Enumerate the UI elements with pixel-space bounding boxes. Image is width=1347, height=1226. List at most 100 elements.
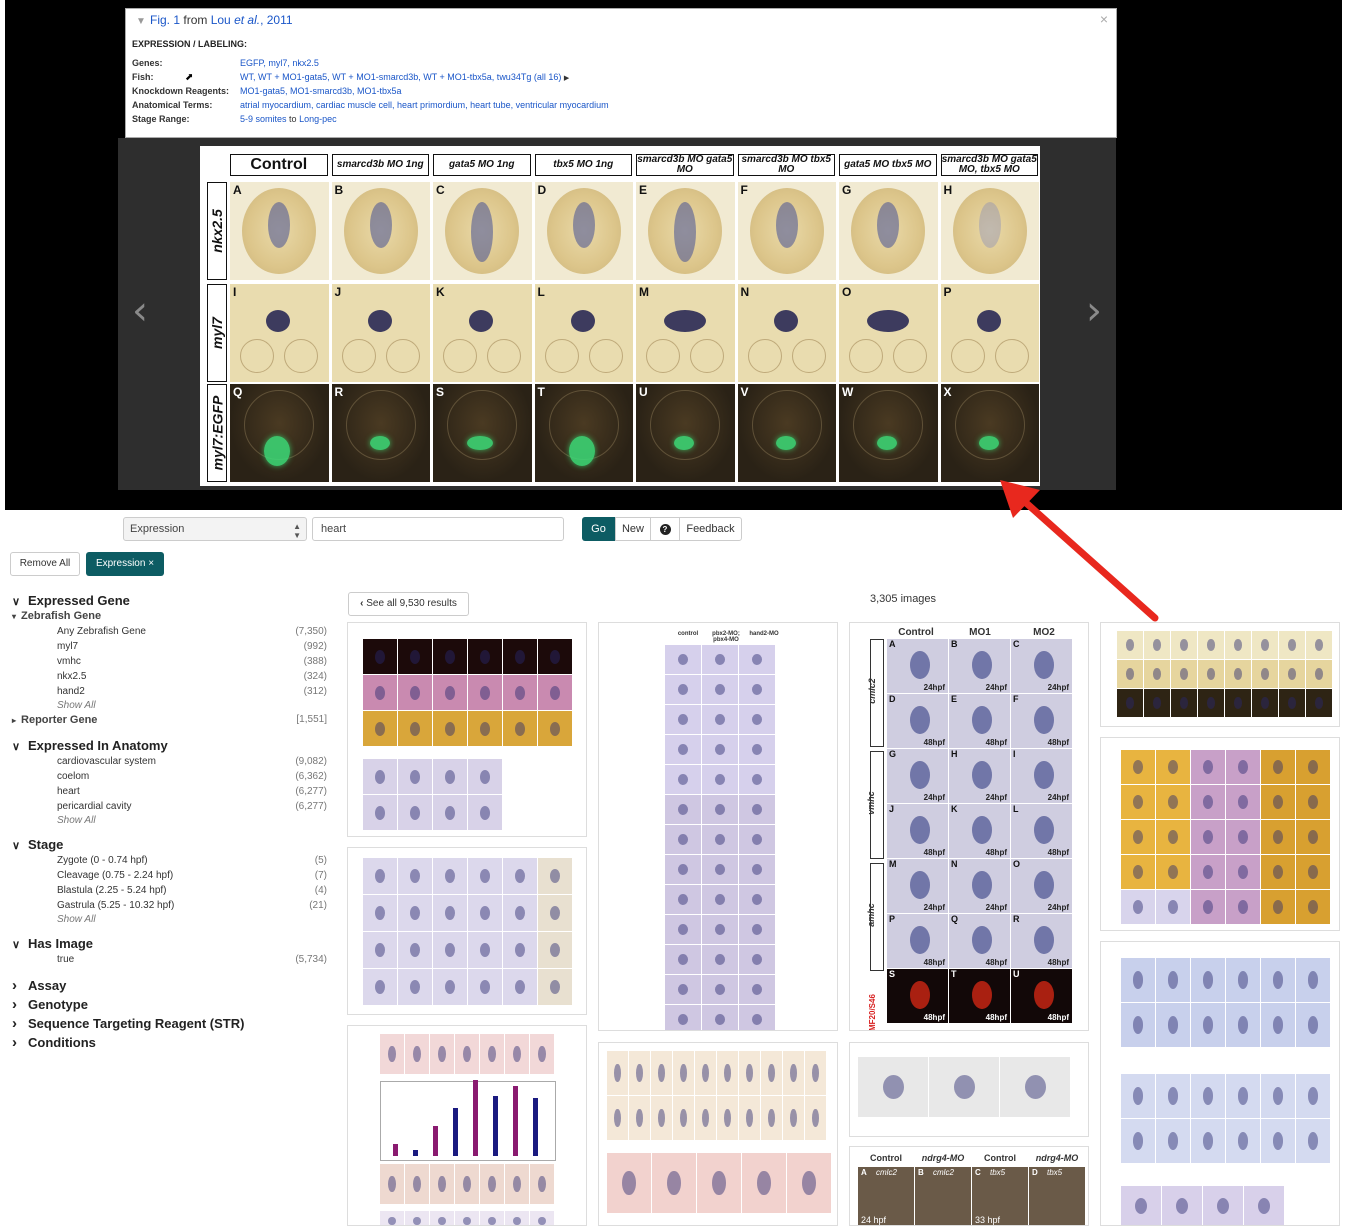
figure-panel[interactable]: G [839, 182, 938, 280]
facet-stage[interactable]: ∨ Stage [12, 837, 63, 852]
facet-item[interactable]: Blastula (2.25 - 5.24 hpf) (4) [57, 885, 327, 898]
search-input[interactable]: heart [312, 517, 564, 541]
thumbnail-cell[interactable]: B 24hpf [949, 639, 1010, 693]
facet-item[interactable]: Any Zebrafish Gene (7,350) [57, 626, 327, 639]
result-thumbnail-card[interactable]: Control ndrg4-MO Control ndrg4-MO Acmlc2 24 h… [849, 1146, 1089, 1226]
result-thumbnail-card[interactable] [347, 847, 587, 1015]
figure-panel[interactable]: L [534, 284, 633, 382]
thumbnail-cell[interactable]: G 24hpf [887, 749, 948, 803]
prev-arrow-icon[interactable]: ‹ [132, 288, 148, 334]
thumbnail-cell[interactable]: F 48hpf [1011, 694, 1072, 748]
fish-links[interactable]: WT, WT + MO1-gata5, WT + MO1-smarcd3b, W… [240, 72, 569, 82]
show-all-stage-link[interactable]: Show All [57, 914, 96, 925]
figure-panel[interactable]: I [230, 284, 329, 382]
thumbnail-cell[interactable]: D 48hpf [887, 694, 948, 748]
facet-item[interactable]: myl7 (992) [57, 641, 327, 654]
result-thumbnail-card[interactable] [1100, 622, 1340, 727]
chevron-down-icon[interactable]: ▼ [136, 16, 146, 27]
figure-panel[interactable]: H [940, 182, 1039, 280]
figure-panel[interactable]: T [534, 384, 633, 482]
expression-filter-chip[interactable]: Expression × [86, 552, 164, 576]
facet-assay[interactable]: › Assay [12, 977, 66, 994]
thumbnail-cell[interactable]: H 24hpf [949, 749, 1010, 803]
thumbnail-cell[interactable]: L 48hpf [1011, 804, 1072, 858]
facet-conditions[interactable]: › Conditions [12, 1034, 96, 1051]
figure-panel[interactable]: W [839, 384, 938, 482]
result-thumbnail-card[interactable] [347, 622, 587, 837]
facet-item[interactable]: Zygote (0 - 0.74 hpf) (5) [57, 855, 327, 868]
figure-panel[interactable]: D [534, 182, 633, 280]
figure-panel[interactable]: V [737, 384, 836, 482]
next-arrow-icon[interactable]: › [1086, 288, 1102, 334]
figure-panel[interactable]: E [636, 182, 735, 280]
result-thumbnail-card[interactable] [598, 1042, 838, 1226]
facet-item[interactable]: pericardial cavity (6,277) [57, 801, 327, 814]
feedback-button[interactable]: Feedback [679, 517, 742, 541]
figure-panel[interactable]: Q [230, 384, 329, 482]
genes-links[interactable]: EGFP, myl7, nkx2.5 [240, 58, 319, 68]
result-thumbnail-card[interactable] [1100, 941, 1340, 1226]
facet-item[interactable]: coelom (6,362) [57, 771, 327, 784]
facet-has-image[interactable]: ∨ Has Image [12, 936, 93, 951]
thumbnail-cell[interactable]: Ctbx5 33 hpf [972, 1167, 1028, 1225]
thumbnail-cell[interactable]: Dtbx5 [1029, 1167, 1085, 1225]
stage-links[interactable]: 5-9 somites to Long-pec [240, 114, 337, 124]
result-thumbnail-card[interactable] [849, 1042, 1089, 1137]
knockdown-links[interactable]: MO1-gata5, MO1-smarcd3b, MO1-tbx5a [240, 86, 402, 96]
anatomy-links[interactable]: atrial myocardium, cardiac muscle cell, … [240, 100, 609, 110]
facet-expressed-in-anatomy[interactable]: ∨ Expressed In Anatomy [12, 738, 168, 753]
figure-panel[interactable]: C [433, 182, 532, 280]
figure-panel[interactable]: O [839, 284, 938, 382]
thumbnail-cell[interactable]: C 24hpf [1011, 639, 1072, 693]
facet-genotype[interactable]: › Genotype [12, 996, 88, 1013]
result-thumbnail-card[interactable]: Control MO1 MO2 cmlc2 vmhc amhc A 24hpf B 24hpf C 2… [849, 622, 1089, 1031]
thumbnail-cell[interactable]: U 48hpf [1011, 969, 1072, 1023]
see-all-results-button[interactable]: ‹ See all 9,530 results [348, 592, 469, 616]
thumbnail-cell[interactable]: Q 48hpf [949, 914, 1010, 968]
thumbnail-cell[interactable]: A 24hpf [887, 639, 948, 693]
thumbnail-cell[interactable]: K 48hpf [949, 804, 1010, 858]
remove-all-button[interactable]: Remove All [10, 552, 80, 576]
thumbnail-cell[interactable]: I 24hpf [1011, 749, 1072, 803]
new-button[interactable]: New [615, 517, 651, 541]
figure-panel[interactable]: X [940, 384, 1039, 482]
result-thumbnail-card[interactable] [1100, 737, 1340, 931]
result-thumbnail-card[interactable]: control pbx2-MO; pbx4-MO hand2-MO [598, 622, 838, 1031]
thumbnail-cell[interactable]: T 48hpf [949, 969, 1010, 1023]
thumbnail-cell[interactable]: R 48hpf [1011, 914, 1072, 968]
facet-item[interactable]: vmhc (388) [57, 656, 327, 669]
thumbnail-cell[interactable]: N 24hpf [949, 859, 1010, 913]
facet-item[interactable]: true (5,734) [57, 954, 327, 967]
facet-item[interactable]: heart (6,277) [57, 786, 327, 799]
thumbnail-cell[interactable]: J 48hpf [887, 804, 948, 858]
figure-link[interactable]: Fig. 1 [150, 13, 180, 27]
facet-item[interactable]: cardiovascular system (9,082) [57, 756, 327, 769]
figure-panel[interactable]: S [433, 384, 532, 482]
figure-panel[interactable]: N [737, 284, 836, 382]
figure-panel[interactable]: A [230, 182, 329, 280]
close-icon[interactable]: × [1100, 11, 1108, 27]
figure-panel[interactable]: B [331, 182, 430, 280]
facet-zebrafish-gene[interactable]: ▾ Zebrafish Gene [12, 610, 101, 622]
show-all-genes-link[interactable]: Show All [57, 700, 96, 711]
facet-expressed-gene[interactable]: ∨ Expressed Gene [12, 593, 130, 608]
figure-panel[interactable]: J [331, 284, 430, 382]
figure-panel[interactable]: U [636, 384, 735, 482]
author-link[interactable]: Lou et al., 2011 [211, 13, 293, 27]
facet-item[interactable]: nkx2.5 (324) [57, 671, 327, 684]
category-select[interactable]: Expression ▲ ▼ [123, 517, 307, 541]
go-button[interactable]: Go [582, 517, 615, 541]
facet-sequence-targeting-reagent-str-[interactable]: › Sequence Targeting Reagent (STR) [12, 1015, 244, 1032]
show-all-anatomy-link[interactable]: Show All [57, 815, 96, 826]
thumbnail-cell[interactable]: E 48hpf [949, 694, 1010, 748]
thumbnail-cell[interactable]: S 48hpf [887, 969, 948, 1023]
thumbnail-cell[interactable]: Acmlc2 24 hpf [858, 1167, 914, 1225]
facet-item[interactable]: Gastrula (5.25 - 10.32 hpf) (21) [57, 900, 327, 913]
figure-panel[interactable]: M [636, 284, 735, 382]
thumbnail-cell[interactable]: M 24hpf [887, 859, 948, 913]
figure-panel[interactable]: R [331, 384, 430, 482]
thumbnail-cell[interactable]: P 48hpf [887, 914, 948, 968]
thumbnail-cell[interactable]: Bcmlc2 [915, 1167, 971, 1225]
thumbnail-cell[interactable]: O 24hpf [1011, 859, 1072, 913]
facet-reporter-gene[interactable]: ▸ Reporter Gene [1,551] [12, 714, 327, 726]
